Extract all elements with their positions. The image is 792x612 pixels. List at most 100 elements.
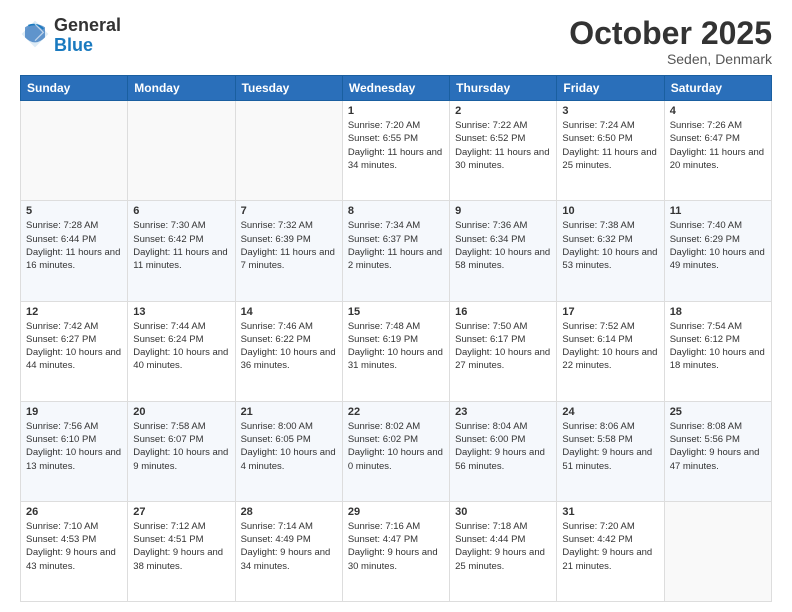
calendar-week-row: 19 Sunrise: 7:56 AM Sunset: 6:10 PM Dayli… <box>21 401 772 501</box>
day-info: Sunrise: 7:44 AM Sunset: 6:24 PM Dayligh… <box>133 320 229 373</box>
table-row: 23Sunrise: 8:04 AM Sunset: 6:00 PM Dayli… <box>450 401 557 501</box>
day-number: 5 <box>26 205 122 217</box>
table-row <box>664 501 771 601</box>
calendar-table: Sunday Monday Tuesday Wednesday Thursday… <box>20 75 772 602</box>
day-info: Sunrise: 7:26 AM Sunset: 6:47 PM Dayligh… <box>670 119 766 172</box>
logo-text: General Blue <box>54 16 121 56</box>
day-info: Sunrise: 8:02 AM Sunset: 6:02 PM Dayligh… <box>348 420 444 473</box>
table-row: 19 Sunrise: 7:56 AM Sunset: 6:10 PM Dayli… <box>21 401 128 501</box>
table-row: 16 Sunrise: 7:50 AM Sunset: 6:17 PM Dayli… <box>450 301 557 401</box>
table-row: 30 Sunrise: 7:18 AM Sunset: 4:44 PM Dayli… <box>450 501 557 601</box>
day-info: Sunrise: 7:34 AM Sunset: 6:37 PM Dayligh… <box>348 219 444 272</box>
day-info: Sunrise: 7:58 AM Sunset: 6:07 PM Dayligh… <box>133 420 229 473</box>
month-title: October 2025 <box>569 16 772 51</box>
table-row <box>21 101 128 201</box>
day-number: 13 <box>133 306 229 318</box>
day-info: Sunrise: 7:48 AM Sunset: 6:19 PM Dayligh… <box>348 320 444 373</box>
day-number: 2 <box>455 105 551 117</box>
day-number: 29 <box>348 506 444 518</box>
table-row: 1Sunrise: 7:20 AM Sunset: 6:55 PM Daylig… <box>342 101 449 201</box>
day-number: 1 <box>348 105 444 117</box>
table-row: 29 Sunrise: 7:16 AM Sunset: 4:47 PM Dayli… <box>342 501 449 601</box>
day-number: 15 <box>348 306 444 318</box>
day-number: 10 <box>562 205 658 217</box>
table-row: 17 Sunrise: 7:52 AM Sunset: 6:14 PM Dayli… <box>557 301 664 401</box>
table-row <box>235 101 342 201</box>
col-wednesday: Wednesday <box>342 76 449 101</box>
day-info: Sunrise: 7:30 AM Sunset: 6:42 PM Dayligh… <box>133 219 229 272</box>
table-row: 3 Sunrise: 7:24 AM Sunset: 6:50 PM Daylig… <box>557 101 664 201</box>
logo: General Blue <box>20 16 121 56</box>
day-info: Sunrise: 7:32 AM Sunset: 6:39 PM Dayligh… <box>241 219 337 272</box>
day-number: 22 <box>348 406 444 418</box>
day-number: 9 <box>455 205 551 217</box>
day-number: 12 <box>26 306 122 318</box>
logo-icon <box>20 19 50 49</box>
table-row: 24 Sunrise: 8:06 AM Sunset: 5:58 PM Dayli… <box>557 401 664 501</box>
day-info: Sunrise: 7:36 AM Sunset: 6:34 PM Dayligh… <box>455 219 551 272</box>
page: General Blue October 2025 Seden, Denmark… <box>0 0 792 612</box>
day-number: 21 <box>241 406 337 418</box>
header: General Blue October 2025 Seden, Denmark <box>20 16 772 67</box>
day-number: 14 <box>241 306 337 318</box>
day-info: Sunrise: 7:24 AM Sunset: 6:50 PM Dayligh… <box>562 119 658 172</box>
table-row: 10 Sunrise: 7:38 AM Sunset: 6:32 PM Dayli… <box>557 201 664 301</box>
table-row <box>128 101 235 201</box>
table-row: 2 Sunrise: 7:22 AM Sunset: 6:52 PM Daylig… <box>450 101 557 201</box>
day-number: 11 <box>670 205 766 217</box>
day-number: 7 <box>241 205 337 217</box>
day-number: 19 <box>26 406 122 418</box>
table-row: 14Sunrise: 7:46 AM Sunset: 6:22 PM Dayli… <box>235 301 342 401</box>
day-info: Sunrise: 7:42 AM Sunset: 6:27 PM Dayligh… <box>26 320 122 373</box>
day-info: Sunrise: 7:12 AM Sunset: 4:51 PM Dayligh… <box>133 520 229 573</box>
day-number: 6 <box>133 205 229 217</box>
day-number: 30 <box>455 506 551 518</box>
day-number: 28 <box>241 506 337 518</box>
day-info: Sunrise: 7:22 AM Sunset: 6:52 PM Dayligh… <box>455 119 551 172</box>
col-friday: Friday <box>557 76 664 101</box>
day-number: 3 <box>562 105 658 117</box>
table-row: 20Sunrise: 7:58 AM Sunset: 6:07 PM Dayli… <box>128 401 235 501</box>
table-row: 7 Sunrise: 7:32 AM Sunset: 6:39 PM Daylig… <box>235 201 342 301</box>
day-info: Sunrise: 7:28 AM Sunset: 6:44 PM Dayligh… <box>26 219 122 272</box>
logo-general-text: General <box>54 16 121 36</box>
col-saturday: Saturday <box>664 76 771 101</box>
col-sunday: Sunday <box>21 76 128 101</box>
table-row: 31 Sunrise: 7:20 AM Sunset: 4:42 PM Dayli… <box>557 501 664 601</box>
day-info: Sunrise: 7:40 AM Sunset: 6:29 PM Dayligh… <box>670 219 766 272</box>
day-info: Sunrise: 7:50 AM Sunset: 6:17 PM Dayligh… <box>455 320 551 373</box>
day-info: Sunrise: 7:38 AM Sunset: 6:32 PM Dayligh… <box>562 219 658 272</box>
day-info: Sunrise: 7:14 AM Sunset: 4:49 PM Dayligh… <box>241 520 337 573</box>
day-info: Sunrise: 7:10 AM Sunset: 4:53 PM Dayligh… <box>26 520 122 573</box>
calendar-week-row: 5 Sunrise: 7:28 AM Sunset: 6:44 PM Daylig… <box>21 201 772 301</box>
day-number: 31 <box>562 506 658 518</box>
day-info: Sunrise: 7:20 AM Sunset: 4:42 PM Dayligh… <box>562 520 658 573</box>
day-number: 24 <box>562 406 658 418</box>
day-info: Sunrise: 7:52 AM Sunset: 6:14 PM Dayligh… <box>562 320 658 373</box>
day-info: Sunrise: 7:16 AM Sunset: 4:47 PM Dayligh… <box>348 520 444 573</box>
table-row: 9 Sunrise: 7:36 AM Sunset: 6:34 PM Daylig… <box>450 201 557 301</box>
table-row: 18Sunrise: 7:54 AM Sunset: 6:12 PM Dayli… <box>664 301 771 401</box>
day-number: 18 <box>670 306 766 318</box>
day-info: Sunrise: 7:18 AM Sunset: 4:44 PM Dayligh… <box>455 520 551 573</box>
day-info: Sunrise: 8:06 AM Sunset: 5:58 PM Dayligh… <box>562 420 658 473</box>
day-number: 25 <box>670 406 766 418</box>
table-row: 27Sunrise: 7:12 AM Sunset: 4:51 PM Dayli… <box>128 501 235 601</box>
col-monday: Monday <box>128 76 235 101</box>
day-info: Sunrise: 8:08 AM Sunset: 5:56 PM Dayligh… <box>670 420 766 473</box>
table-row: 6 Sunrise: 7:30 AM Sunset: 6:42 PM Daylig… <box>128 201 235 301</box>
day-number: 17 <box>562 306 658 318</box>
table-row: 4Sunrise: 7:26 AM Sunset: 6:47 PM Daylig… <box>664 101 771 201</box>
table-row: 28 Sunrise: 7:14 AM Sunset: 4:49 PM Dayli… <box>235 501 342 601</box>
table-row: 11 Sunrise: 7:40 AM Sunset: 6:29 PM Dayli… <box>664 201 771 301</box>
day-number: 16 <box>455 306 551 318</box>
title-block: October 2025 Seden, Denmark <box>569 16 772 67</box>
logo-blue-text: Blue <box>54 36 121 56</box>
col-tuesday: Tuesday <box>235 76 342 101</box>
day-info: Sunrise: 8:04 AM Sunset: 6:00 PM Dayligh… <box>455 420 551 473</box>
table-row: 5 Sunrise: 7:28 AM Sunset: 6:44 PM Daylig… <box>21 201 128 301</box>
col-thursday: Thursday <box>450 76 557 101</box>
day-info: Sunrise: 7:56 AM Sunset: 6:10 PM Dayligh… <box>26 420 122 473</box>
day-number: 26 <box>26 506 122 518</box>
calendar-week-row: 26 Sunrise: 7:10 AM Sunset: 4:53 PM Dayli… <box>21 501 772 601</box>
